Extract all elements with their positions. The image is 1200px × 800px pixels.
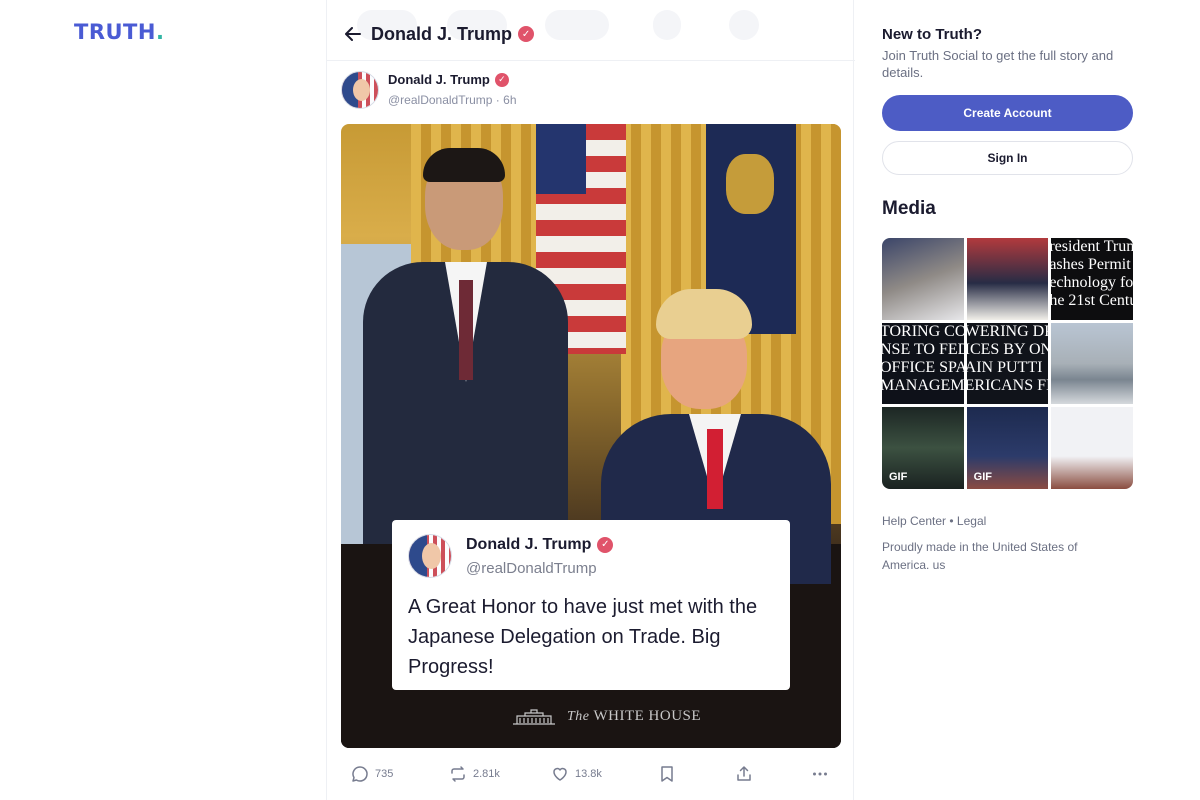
- media-thumbnail[interactable]: TORING COMI NSE TO FEDER OFFICE SPACE MA…: [882, 322, 964, 405]
- bookmark-button[interactable]: [659, 756, 681, 792]
- post-author: Donald J. Trump ✓ @realDonaldTrump · 6h: [341, 71, 517, 109]
- header-title: Donald J. Trump: [371, 23, 513, 44]
- retruth-button[interactable]: 2.81k: [449, 756, 500, 792]
- footer-note: Proudly made in the United States of Ame…: [882, 540, 1078, 572]
- signup-title: New to Truth?: [882, 26, 982, 43]
- sign-in-button[interactable]: Sign In: [882, 141, 1133, 175]
- quote-author-handle: @realDonaldTrump: [466, 559, 597, 577]
- post-image[interactable]: Donald J. Trump ✓ @realDonaldTrump A Gre…: [341, 124, 841, 748]
- post-author-name[interactable]: Donald J. Trump: [388, 72, 490, 87]
- profile-header: Donald J. Trump ✓: [327, 12, 855, 56]
- signup-description: Join Truth Social to get the full story …: [882, 48, 1114, 80]
- logo-dot: .: [155, 20, 165, 44]
- more-horizontal-icon: [813, 772, 827, 776]
- truth-logo[interactable]: TRUTH.: [74, 20, 164, 44]
- meta-separator: ·: [495, 93, 500, 107]
- gif-badge: GIF: [889, 470, 908, 483]
- post-author-handle[interactable]: @realDonaldTrump: [388, 93, 492, 107]
- comment-icon: [352, 766, 368, 782]
- verified-check-icon: ✓: [518, 26, 535, 42]
- media-thumbnail-text: WERING DR ICES BY ON AIN PUTTI ERICANS F…: [966, 322, 1049, 394]
- media-thumbnail[interactable]: GIF: [882, 407, 964, 489]
- verified-check-icon: ✓: [494, 72, 509, 87]
- repost-icon: [451, 766, 465, 782]
- heart-icon: [553, 767, 567, 781]
- truth-post[interactable]: Donald J. Trump ✓ @realDonaldTrump · 6h: [327, 60, 855, 748]
- retruth-count: 2.81k: [473, 768, 500, 780]
- bookmark-icon: [661, 766, 673, 782]
- reply-count: 735: [375, 768, 394, 780]
- logo-text: TRUTH: [74, 20, 156, 44]
- create-account-button[interactable]: Create Account: [882, 95, 1133, 131]
- media-grid: resident Trum ashes Permit echnology fo …: [882, 238, 1133, 489]
- arrow-left-icon[interactable]: [343, 24, 363, 44]
- like-count: 13.8k: [575, 768, 602, 780]
- media-thumbnail[interactable]: GIF: [966, 407, 1049, 489]
- white-house-icon: [513, 709, 555, 725]
- gif-badge: GIF: [973, 470, 992, 483]
- share-button[interactable]: [735, 756, 759, 792]
- white-house-watermark: The WHITE HOUSE: [511, 707, 701, 725]
- watermark-text: WHITE HOUSE: [593, 707, 702, 724]
- media-thumbnail[interactable]: resident Trum ashes Permit echnology fo …: [1051, 238, 1133, 320]
- avatar: [408, 534, 452, 578]
- footer-bullet: •: [949, 514, 954, 528]
- media-thumbnail[interactable]: WERING DR ICES BY ON AIN PUTTI ERICANS F…: [966, 322, 1049, 405]
- media-section-title: Media: [882, 198, 936, 219]
- watermark-prefix: The: [567, 708, 590, 724]
- quote-author-name: Donald J. Trump: [466, 535, 592, 553]
- media-thumbnail-text: resident Trum ashes Permit echnology fo …: [1051, 238, 1133, 309]
- share-icon: [737, 766, 751, 781]
- post-actions: 735 2.81k 13.8k: [327, 756, 855, 792]
- embedded-quote-card: Donald J. Trump ✓ @realDonaldTrump A Gre…: [392, 520, 790, 690]
- more-button[interactable]: [811, 756, 835, 792]
- right-sidebar: New to Truth? Join Truth Social to get t…: [866, 0, 1166, 800]
- media-thumbnail[interactable]: [966, 238, 1049, 320]
- help-center-link[interactable]: Help Center: [882, 514, 946, 528]
- media-thumbnail-text: TORING COMI NSE TO FEDER OFFICE SPACE MA…: [882, 322, 964, 394]
- footer-links: Help Center • Legal: [882, 514, 986, 528]
- media-thumbnail[interactable]: [1051, 407, 1133, 489]
- legal-link[interactable]: Legal: [957, 514, 986, 528]
- media-thumbnail[interactable]: [1051, 322, 1133, 405]
- media-thumbnail[interactable]: [882, 238, 964, 320]
- verified-check-icon: ✓: [597, 536, 614, 553]
- like-button[interactable]: 13.8k: [551, 756, 602, 792]
- main-feed-column: Donald J. Trump ✓ Donald J. Trump ✓ @rea…: [326, 0, 855, 800]
- quote-text: A Great Honor to have just met with the …: [408, 596, 758, 678]
- post-timestamp[interactable]: 6h: [503, 93, 516, 107]
- avatar[interactable]: [341, 71, 379, 109]
- reply-button[interactable]: 735: [351, 756, 393, 792]
